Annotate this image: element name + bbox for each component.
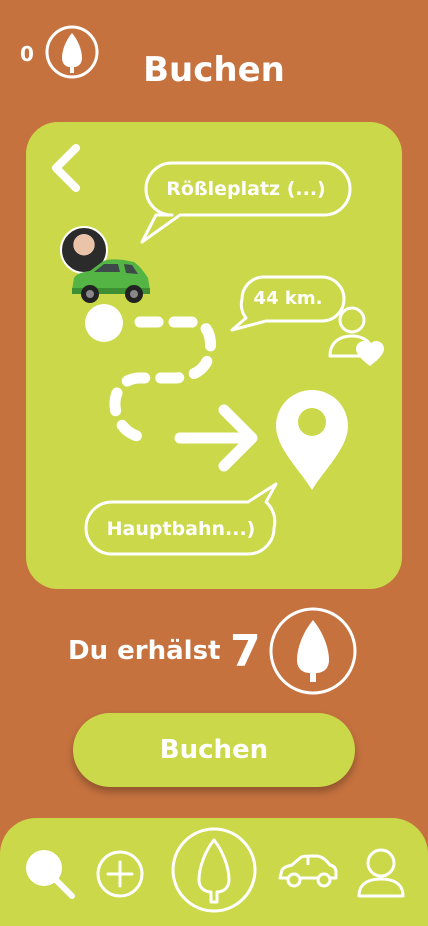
origin-bubble: Rößleplatz (...): [138, 160, 354, 246]
profile-icon[interactable]: [354, 846, 408, 902]
tree-icon[interactable]: [170, 826, 258, 914]
origin-label: Rößleplatz (...): [166, 178, 326, 200]
reward-label: Du erhälst: [68, 636, 221, 666]
add-icon[interactable]: [94, 848, 146, 900]
car-icon[interactable]: [276, 852, 340, 892]
destination-bubble: Hauptbahn...): [82, 480, 280, 560]
reward-amount: 7: [230, 626, 261, 677]
book-button[interactable]: Buchen: [73, 713, 355, 787]
tree-icon: [268, 606, 358, 696]
back-button[interactable]: [48, 142, 84, 194]
search-icon[interactable]: [22, 846, 78, 902]
route-path: [80, 300, 280, 480]
passenger-heart-icon: [326, 304, 388, 368]
bottom-nav: [0, 818, 428, 926]
page-title: Buchen: [143, 50, 285, 90]
location-pin-icon: [272, 388, 352, 492]
destination-label: Hauptbahn...): [106, 518, 256, 540]
car-icon: [68, 256, 152, 306]
